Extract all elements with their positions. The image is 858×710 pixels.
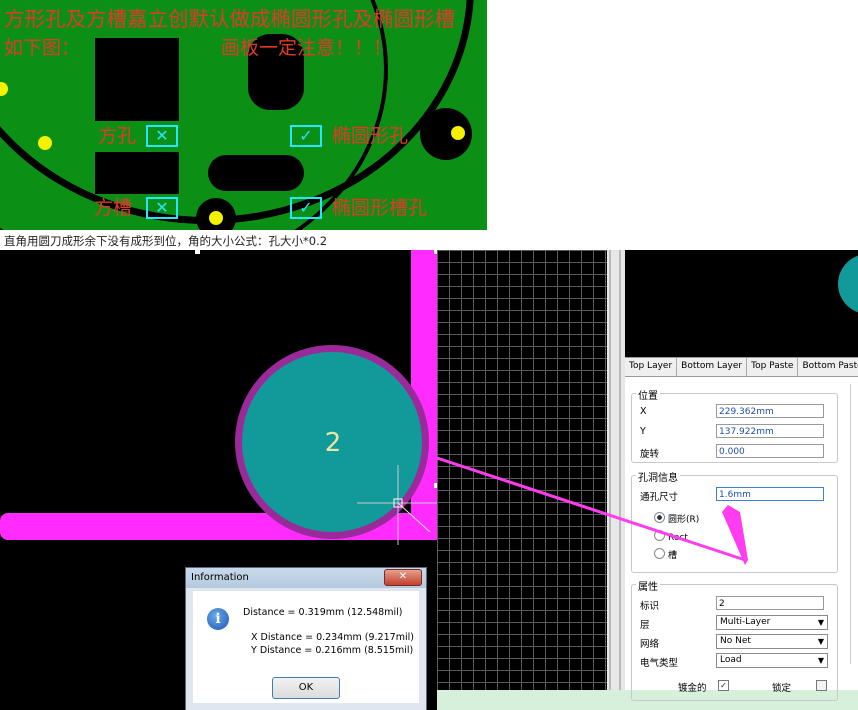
layer-select-value: Multi-Layer <box>720 617 771 627</box>
caption-text: 直角用圆刀成形余下没有成形到位，角的大小公式：孔大小*0.2 <box>4 234 328 248</box>
pcb-note-line2-right: 画板一定注意！！！ <box>221 37 393 59</box>
oval-slot-shape <box>208 155 304 191</box>
grid-area[interactable] <box>437 250 607 690</box>
layer-tabs: Top Layer Bottom Layer Top Paste Bottom … <box>625 357 858 377</box>
x-input[interactable]: 229.362mm <box>716 404 824 418</box>
rotation-input[interactable]: 0.000 <box>716 444 824 458</box>
tab-top-layer[interactable]: Top Layer <box>625 358 678 376</box>
tab-bottom-paste[interactable]: Bottom Paste <box>798 358 858 376</box>
via-dot <box>451 126 465 140</box>
electrical-type-value: Load <box>720 655 742 665</box>
locked-label: 锁定 <box>772 683 792 694</box>
shape-slot-label: 槽 <box>668 551 678 561</box>
square-hole-shape <box>95 38 179 121</box>
position-group: 位置 X 229.362mm Y 137.922mm 旋转 0.000 <box>631 387 838 463</box>
x-distance-text: X Distance = 0.234mm (9.217mil) <box>251 632 414 643</box>
distance-text: Distance = 0.319mm (12.548mil) <box>243 607 403 618</box>
plated-label: 镀金的 <box>678 683 707 694</box>
shape-round-radio[interactable]: 圆形(R) <box>654 512 699 525</box>
plated-checkbox[interactable]: ✓ <box>718 680 729 691</box>
layer-preview <box>625 250 858 357</box>
locked-checkbox[interactable] <box>816 680 827 691</box>
attributes-group: 属性 标识 2 层 Multi-Layer ▼ 网络 No Net ▼ 电气类型 L… <box>631 578 838 701</box>
square-slot-cross-icon: ✕ <box>146 197 178 219</box>
square-hole-label: 方孔 <box>98 125 137 147</box>
hole-info-group-title: 孔洞信息 <box>636 469 680 484</box>
id-label: 标识 <box>640 601 660 612</box>
layer-select[interactable]: Multi-Layer ▼ <box>716 615 828 630</box>
pcb-note-line1: 方形孔及方槽嘉立创默认做成椭圆形孔及椭圆形槽 <box>4 7 455 31</box>
shape-round-label: 圆形(R) <box>668 515 700 525</box>
pcb-note-line2-left: 如下图： <box>4 37 81 59</box>
shape-rect-label: Rect <box>668 533 688 543</box>
pcb-image: 方形孔及方槽嘉立创默认做成椭圆形孔及椭圆形槽 如下图： 画板一定注意！！！ 方孔… <box>0 0 487 230</box>
oval-hole-check-icon: ✓ <box>290 125 322 147</box>
dialog-body: i Distance = 0.319mm (12.548mil) X Dista… <box>193 591 419 703</box>
shape-rect-radio[interactable]: Rect <box>654 530 688 543</box>
chevron-down-icon: ▼ <box>817 618 824 627</box>
dialog-title: Information <box>191 572 249 583</box>
square-slot-shape <box>95 152 179 194</box>
oval-slot-label: 椭圆形槽孔 <box>332 197 428 219</box>
oval-hole-label: 椭圆形孔 <box>332 125 409 147</box>
electrical-type-label: 电气类型 <box>640 658 679 669</box>
eda-screenshot: 2 Top Layer Bottom Layer Top Paste Botto… <box>0 250 858 710</box>
position-group-title: 位置 <box>636 387 660 402</box>
properties-panel: Top Layer Bottom Layer Top Paste Bottom … <box>625 250 858 701</box>
y-input[interactable]: 137.922mm <box>716 424 824 438</box>
id-input[interactable]: 2 <box>716 596 824 610</box>
attributes-group-title: 属性 <box>636 578 660 593</box>
ok-button[interactable]: OK <box>272 677 340 699</box>
hole-info-group: 孔洞信息 通孔尺寸 1.6mm 圆形(R) Rect 槽 <box>631 469 838 573</box>
square-slot-label: 方槽 <box>94 197 133 219</box>
via-dot <box>38 136 52 150</box>
hole-size-label: 通孔尺寸 <box>640 492 679 503</box>
pad-number: 2 <box>325 428 342 458</box>
shape-slot-radio[interactable]: 槽 <box>654 548 677 561</box>
panel-splitter[interactable] <box>607 250 625 690</box>
y-distance-text: Y Distance = 0.216mm (8.515mil) <box>251 645 414 656</box>
dialog-titlebar[interactable]: Information ✕ <box>186 568 426 588</box>
chevron-down-icon: ▼ <box>817 656 824 665</box>
selection-handle <box>195 250 200 254</box>
pcb-track <box>0 0 388 230</box>
info-icon: i <box>207 608 229 630</box>
x-label: X <box>640 406 647 417</box>
layer-label: 层 <box>640 620 650 631</box>
square-hole-cross-icon: ✕ <box>146 125 178 147</box>
via-dot <box>209 211 223 225</box>
tab-bottom-layer[interactable]: Bottom Layer <box>677 358 748 376</box>
electrical-type-select[interactable]: Load ▼ <box>716 653 828 668</box>
rotation-label: 旋转 <box>640 449 660 460</box>
tab-top-paste[interactable]: Top Paste <box>747 358 799 376</box>
net-select-value: No Net <box>720 636 751 646</box>
oval-slot-check-icon: ✓ <box>290 197 322 219</box>
close-button[interactable]: ✕ <box>384 569 422 586</box>
net-select[interactable]: No Net ▼ <box>716 634 828 649</box>
information-dialog: Information ✕ i Distance = 0.319mm (12.5… <box>185 567 427 710</box>
panel-edge <box>850 384 858 664</box>
preview-pad <box>838 254 858 314</box>
chevron-down-icon: ▼ <box>817 637 824 646</box>
net-label: 网络 <box>640 639 660 650</box>
y-label: Y <box>640 426 646 437</box>
hole-size-input[interactable]: 1.6mm <box>716 487 824 501</box>
